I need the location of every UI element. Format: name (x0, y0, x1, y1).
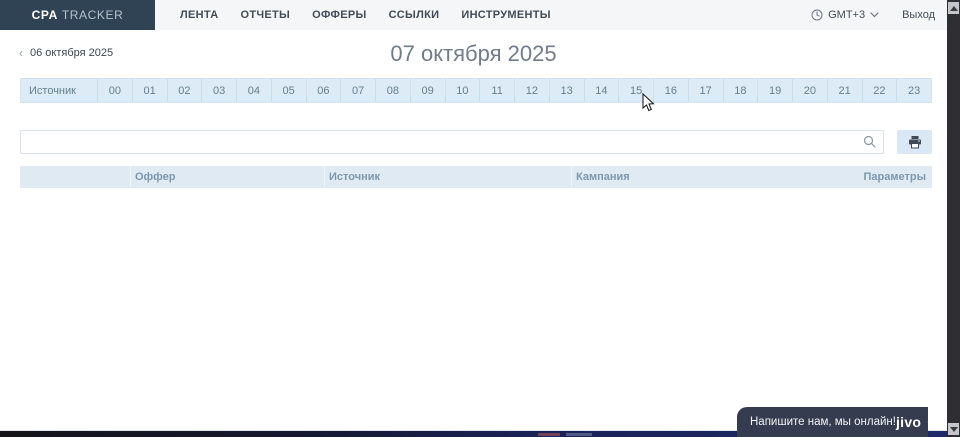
hour-cell: 14 (584, 79, 619, 102)
main-menu: ЛЕНТА ОТЧЕТЫ ОФФЕРЫ ССЫЛКИ ИНСТРУМЕНТЫ (169, 0, 562, 30)
menu-item-offery[interactable]: ОФФЕРЫ (301, 0, 377, 30)
hour-cell: 02 (167, 79, 202, 102)
hour-cell: 00 (97, 79, 132, 102)
hour-cell: 07 (340, 79, 375, 102)
scroll-down-icon (950, 427, 958, 432)
app-logo[interactable]: CPA TRACKER (0, 0, 155, 30)
logo-text-light: TRACKER (62, 8, 124, 22)
menu-item-ssylki[interactable]: ССЫЛКИ (378, 0, 451, 30)
hour-cell: 22 (862, 79, 897, 102)
clock-icon (811, 9, 823, 21)
logo-text-bold: CPA (32, 8, 58, 22)
hour-cell: 20 (792, 79, 827, 102)
scroll-down-button[interactable] (948, 423, 959, 435)
column-header-source: Источник (324, 166, 571, 188)
topbar-right-group: GMT+3 Выход (811, 0, 947, 30)
hour-cell: 04 (236, 79, 271, 102)
hours-source-header: Источник (21, 79, 97, 102)
hour-cell: 19 (757, 79, 792, 102)
hour-cell: 11 (479, 79, 514, 102)
vertical-scrollbar[interactable] (947, 0, 960, 437)
menu-item-instrumenty[interactable]: ИНСТРУМЕНТЫ (450, 0, 562, 30)
hour-cell: 15 (618, 79, 653, 102)
hour-cell: 03 (201, 79, 236, 102)
column-header-empty (20, 166, 130, 188)
column-header-campaign: Кампания (571, 166, 832, 188)
hours-header-row: Источник 00 01 02 03 04 05 06 07 08 09 1… (20, 78, 932, 103)
page-title: 07 октября 2025 (0, 41, 947, 67)
print-button[interactable] (897, 130, 932, 154)
timezone-label: GMT+3 (828, 9, 865, 21)
hour-cell: 08 (375, 79, 410, 102)
hour-cell: 05 (271, 79, 306, 102)
bottom-strip-grey-segment (566, 433, 592, 436)
chevron-down-icon (870, 12, 879, 18)
hour-cell: 16 (653, 79, 688, 102)
chat-message: Напишите нам, мы онлайн! (737, 416, 896, 428)
report-table-header: Оффер Источник Кампания Параметры (20, 166, 932, 188)
search-field-wrap (20, 130, 884, 154)
jivo-chat-widget[interactable]: Напишите нам, мы онлайн! jivo (737, 407, 928, 437)
top-navigation-bar: CPA TRACKER ЛЕНТА ОТЧЕТЫ ОФФЕРЫ ССЫЛКИ И… (0, 0, 947, 30)
column-header-offer: Оффер (130, 166, 324, 188)
hour-cell: 01 (132, 79, 167, 102)
bottom-strip-red-segment (538, 433, 560, 436)
menu-item-otchety[interactable]: ОТЧЕТЫ (229, 0, 301, 30)
hour-cell: 18 (723, 79, 758, 102)
hour-cell: 06 (306, 79, 341, 102)
hour-cell: 13 (549, 79, 584, 102)
search-input[interactable] (20, 130, 884, 154)
logout-button[interactable]: Выход (902, 9, 935, 21)
hour-cell: 17 (688, 79, 723, 102)
hour-cell: 10 (445, 79, 480, 102)
search-icon (863, 135, 876, 148)
hour-cell: 23 (896, 79, 931, 102)
jivo-logo: jivo (896, 414, 921, 430)
hour-cell: 21 (827, 79, 862, 102)
jivo-leaf-icon (927, 407, 928, 437)
scroll-up-button[interactable] (948, 2, 959, 14)
print-icon (908, 135, 922, 149)
menu-item-lenta[interactable]: ЛЕНТА (169, 0, 229, 30)
scroll-up-icon (950, 6, 958, 11)
timezone-dropdown[interactable]: GMT+3 (811, 9, 879, 21)
hour-cell: 12 (514, 79, 549, 102)
hour-cell: 09 (410, 79, 445, 102)
column-header-params: Параметры (832, 166, 932, 188)
